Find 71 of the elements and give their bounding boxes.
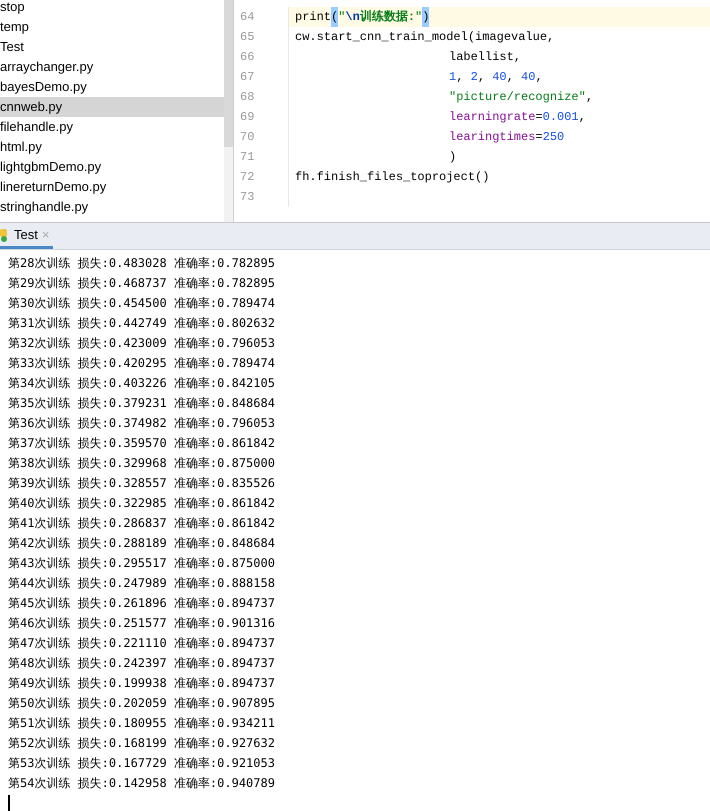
code-token: 1 [449, 69, 456, 86]
code-token: \n [345, 10, 360, 26]
file-tree-item[interactable]: arraychanger.py [0, 57, 224, 77]
console-output-line: 第47次训练 损失:0.221110 准确率:0.894737 [8, 635, 276, 652]
code-token: learingtimes [449, 129, 536, 146]
console-output-line: 第40次训练 损失:0.322985 准确率:0.861842 [8, 495, 276, 512]
code-token: , [578, 109, 586, 126]
console-output-line: 第53次训练 损失:0.167729 准确率:0.921053 [8, 755, 276, 772]
file-tree-item[interactable]: Test [0, 37, 224, 57]
console-output-line: 第39次训练 损失:0.328557 准确率:0.835526 [8, 475, 276, 492]
file-tree-item[interactable]: stop [0, 0, 224, 17]
console-output-line: 第34次训练 损失:0.403226 准确率:0.842105 [8, 375, 276, 392]
console-output-line: 第31次训练 损失:0.442749 准确率:0.802632 [8, 315, 276, 332]
code-token: 40 [492, 69, 507, 86]
console-output-line: 第35次训练 损失:0.379231 准确率:0.848684 [8, 395, 276, 412]
file-tree-item[interactable]: html.py [0, 137, 224, 157]
code-token: , [478, 69, 486, 86]
code-token: learningrate [449, 109, 536, 126]
console-output-line: 第48次训练 损失:0.242397 准确率:0.894737 [8, 655, 276, 672]
file-tree-item[interactable]: cnnweb.py [0, 97, 224, 117]
code-token: ) [449, 149, 456, 166]
code-token: print [295, 9, 332, 26]
console-output-line: 第44次训练 损失:0.247989 准确率:0.888158 [8, 575, 276, 592]
code-token: " [338, 9, 346, 26]
console-output-line: 第46次训练 损失:0.251577 准确率:0.901316 [8, 615, 276, 632]
file-tree-item[interactable]: stringhandle.py [0, 197, 224, 217]
console-output-line: 第51次训练 损失:0.180955 准确率:0.934211 [8, 715, 276, 732]
scrollbar-thumb[interactable] [224, 0, 233, 147]
console-output-line: 第38次训练 损失:0.329968 准确率:0.875000 [8, 455, 276, 472]
code-token: 0.001 [542, 109, 579, 126]
code-token: ) [422, 7, 430, 27]
console-output-line: 第41次训练 损失:0.286837 准确率:0.861842 [8, 515, 276, 532]
code-token: fh.finish_files_toproject() [295, 169, 490, 186]
code-token: 训练数据: [360, 8, 416, 26]
code-token: labellist, [449, 49, 522, 66]
console-output-line: 第29次训练 损失:0.468737 准确率:0.782895 [8, 275, 276, 292]
text-cursor [8, 795, 10, 811]
console-output-line: 第37次训练 损失:0.359570 准确率:0.861842 [8, 435, 276, 452]
line-number: 64 [234, 7, 289, 27]
file-tree-item[interactable]: filehandle.py [0, 117, 224, 137]
console-output-line: 第36次训练 损失:0.374982 准确率:0.796053 [8, 415, 276, 432]
run-tab[interactable]: Test × [0, 223, 54, 249]
code-token: ( [331, 7, 338, 27]
code-token: 40 [521, 69, 536, 86]
file-tree-item[interactable]: linereturnDemo.py [0, 177, 224, 197]
console-output-line: 第33次训练 损失:0.420295 准确率:0.789474 [8, 355, 276, 372]
console-output-line: 第28次训练 损失:0.483028 准确率:0.782895 [8, 255, 276, 272]
file-tree-item[interactable]: lightgbmDemo.py [0, 157, 224, 177]
file-tree-item[interactable]: temp [0, 17, 224, 37]
code-token: "picture/recognize" [449, 89, 586, 106]
code-token: = [535, 109, 543, 126]
code-token: , [535, 69, 543, 86]
code-token: , [586, 89, 594, 106]
console-output-line: 第30次训练 损失:0.454500 准确率:0.789474 [8, 295, 276, 312]
code-token: , [456, 69, 464, 86]
code-token: = [535, 129, 543, 146]
file-tree-item[interactable]: bayesDemo.py [0, 77, 224, 97]
python-run-icon [0, 228, 10, 242]
code-token: " [415, 9, 422, 26]
console-output-line: 第42次训练 损失:0.288189 准确率:0.848684 [8, 535, 276, 552]
console-output-line: 第43次训练 损失:0.295517 准确率:0.875000 [8, 555, 276, 572]
console-output-line: 第45次训练 损失:0.261896 准确率:0.894737 [8, 595, 276, 612]
console-output-line: 第32次训练 损失:0.423009 准确率:0.796053 [8, 335, 276, 352]
console-output-line: 第50次训练 损失:0.202059 准确率:0.907895 [8, 695, 276, 712]
console-output-line: 第52次训练 损失:0.168199 准确率:0.927632 [8, 735, 276, 752]
code-token: 250 [542, 129, 564, 146]
code-token: 2 [470, 69, 478, 86]
console-output-line: 第54次训练 损失:0.142958 准确率:0.940789 [8, 775, 276, 792]
code-token: cw.start_cnn_train_model(imagevalue, [295, 29, 554, 46]
console-output-line: 第49次训练 损失:0.199938 准确率:0.894737 [8, 675, 276, 692]
code-token: , [506, 69, 515, 86]
